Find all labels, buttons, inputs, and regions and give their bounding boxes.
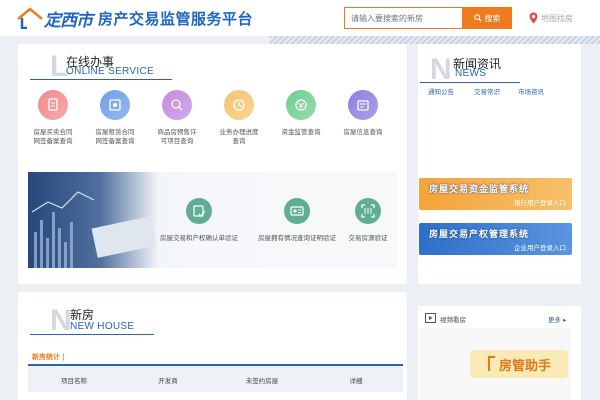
search-button[interactable]: 搜索 bbox=[462, 7, 512, 29]
column-header-details: 详细 bbox=[349, 377, 363, 385]
column-header-unsigned: 未签约房屋 bbox=[245, 377, 279, 385]
ad-title: 房屋交易资金监管系统 bbox=[429, 185, 530, 195]
ad-login-link: 银行用户登录入口 bbox=[514, 199, 566, 207]
housing-assistant-button[interactable]: 房管助手 bbox=[470, 350, 568, 378]
house-info-icon bbox=[348, 90, 378, 120]
id-card-icon bbox=[284, 198, 310, 224]
tab-trading-tips[interactable]: 交易常识 bbox=[474, 86, 500, 96]
column-header-project: 项目名称 bbox=[61, 377, 87, 385]
scan-icon bbox=[355, 198, 381, 224]
lease-icon bbox=[100, 90, 130, 120]
service-item[interactable]: 资金监管查询 bbox=[274, 90, 328, 137]
video-icon bbox=[425, 313, 436, 323]
service-item-label: 房屋买卖合同 网签备案查询 bbox=[33, 128, 73, 145]
service-item[interactable]: 房屋信息查询 bbox=[336, 90, 390, 137]
assistant-bracket-icon bbox=[487, 356, 495, 371]
permit-icon bbox=[162, 90, 192, 120]
online-service-panel-bottom bbox=[18, 270, 407, 284]
service-item[interactable]: 房屋租赁合同 网签备案查询 bbox=[88, 90, 142, 146]
progress-icon bbox=[224, 90, 254, 120]
house-logo-icon bbox=[17, 7, 43, 29]
fund-supervision-system-banner[interactable]: 房屋交易资金监管系统 银行用户登录入口 bbox=[419, 178, 572, 210]
news-underline bbox=[420, 82, 520, 83]
map-search-label: 地图找房 bbox=[541, 13, 573, 23]
ad-login-link: 企业用户登录入口 bbox=[514, 244, 566, 252]
logo-city: 定西市 bbox=[44, 11, 93, 31]
verification-item-label: 交易房源验证 bbox=[348, 234, 388, 242]
search-button-label: 搜索 bbox=[484, 13, 501, 23]
service-item[interactable]: 业务办理进度 查询 bbox=[212, 90, 266, 146]
map-pin-icon bbox=[529, 12, 538, 24]
online-service-subtitle: ONLINE SERVICE bbox=[66, 66, 154, 77]
bar-graph-illustration bbox=[31, 191, 157, 268]
video-tour-label: 视频看房 bbox=[440, 316, 466, 324]
contract-icon bbox=[38, 90, 68, 120]
news-subtitle: NEWS bbox=[455, 68, 487, 79]
tab-market-news[interactable]: 市场资讯 bbox=[518, 86, 544, 96]
verification-banner: 房屋交易和产权确认单验证 房屋拥有情况查询证明验证 交易房源验证 bbox=[28, 172, 398, 268]
new-house-subtitle: NEW HOUSE bbox=[70, 321, 135, 332]
service-item[interactable]: 房屋买卖合同 网签备案查询 bbox=[26, 90, 80, 146]
tab-notices[interactable]: 通知公告 bbox=[428, 86, 454, 96]
more-videos-link[interactable]: 更多 ▸ bbox=[548, 314, 566, 324]
new-house-stats-label: 新房统计 | bbox=[32, 353, 65, 361]
verification-item[interactable]: 交易房源验证 bbox=[323, 198, 398, 242]
property-rights-system-banner[interactable]: 房屋交易产权管理系统 企业用户登录入口 bbox=[419, 223, 572, 255]
new-house-underline bbox=[30, 334, 154, 335]
header: 定西市 房产交易监管服务平台 搜索 地图找房 bbox=[0, 0, 600, 36]
service-item-label: 商品房预售许 可项目查询 bbox=[157, 128, 197, 145]
search-input[interactable] bbox=[344, 7, 462, 29]
online-service-underline bbox=[30, 79, 172, 80]
verification-item[interactable]: 房屋交易和产权确认单验证 bbox=[154, 198, 244, 242]
search-icon bbox=[473, 14, 482, 22]
ad-title: 房屋交易产权管理系统 bbox=[429, 230, 530, 240]
fund-icon bbox=[286, 90, 316, 120]
verification-item-label: 房屋交易和产权确认单验证 bbox=[160, 234, 238, 242]
new-house-letter: N bbox=[50, 304, 72, 337]
service-item[interactable]: 商品房预售许 可项目查询 bbox=[150, 90, 204, 146]
verify-icon bbox=[186, 198, 212, 224]
service-item-label: 资金监管查询 bbox=[281, 128, 321, 136]
map-search-link[interactable]: 地图找房 bbox=[529, 9, 573, 27]
service-item-label: 业务办理进度 查询 bbox=[219, 128, 259, 145]
service-item-label: 房屋租赁合同 网签备案查询 bbox=[95, 128, 135, 145]
logo-title: 房产交易监管服务平台 bbox=[98, 10, 254, 28]
decorative-stripe bbox=[270, 36, 600, 44]
service-item-label: 房屋信息查询 bbox=[343, 128, 383, 136]
news-letter: N bbox=[430, 53, 452, 86]
column-header-developer: 开发商 bbox=[158, 377, 178, 385]
assistant-label: 房管助手 bbox=[498, 358, 551, 374]
banner-illustration bbox=[28, 172, 158, 268]
